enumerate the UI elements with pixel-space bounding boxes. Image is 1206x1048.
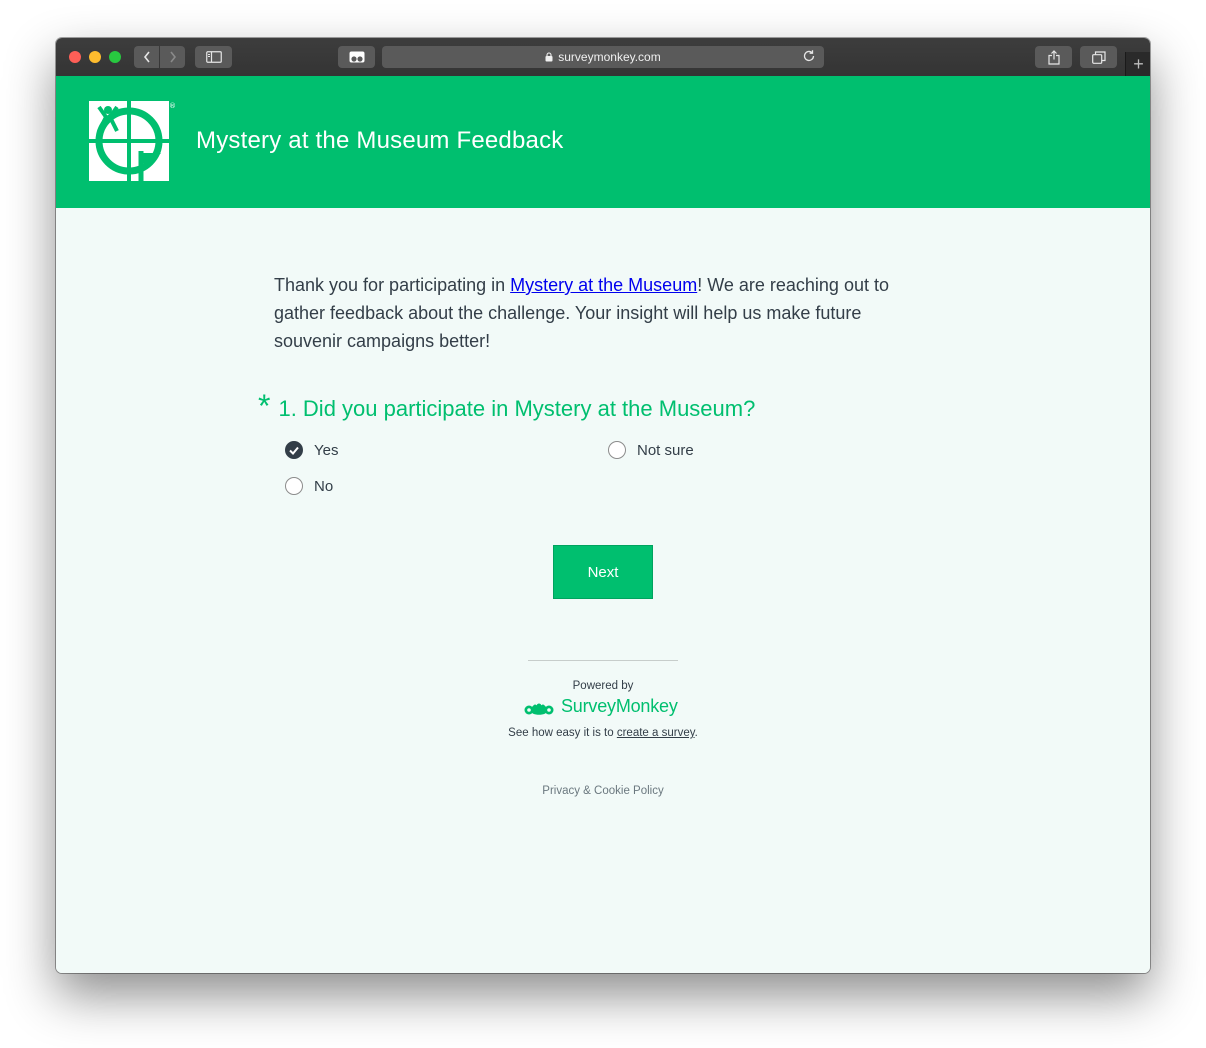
create-survey-link[interactable]: create a survey [617,727,695,739]
next-button[interactable]: Next [553,545,653,599]
share-icon [1047,49,1060,65]
surveymonkey-logo-icon [524,701,554,715]
sidebar-toggle-button[interactable] [195,46,232,68]
intro-text-start: Thank you for participating in [274,275,511,295]
sidebar-icon [205,51,222,63]
required-marker: * [258,388,271,424]
close-window-button[interactable] [69,51,81,63]
radio-no[interactable] [285,477,303,495]
intro-text: Thank you for participating in Mystery a… [274,271,934,355]
svg-text:®: ® [169,102,176,110]
option-yes-label: Yes [314,441,339,459]
maximize-window-button[interactable] [109,51,121,63]
intro-link[interactable]: Mystery at the Museum [510,275,697,295]
show-tabs-button[interactable] [1080,46,1117,68]
radio-not-sure[interactable] [608,441,626,459]
checkmark-icon [289,446,299,455]
footer-divider [528,660,678,661]
browser-window: surveymonkey.com + ® Mystery at the Muse… [56,38,1150,973]
survey-header: ® Mystery at the Museum Feedback [56,76,1150,208]
option-yes[interactable]: Yes [285,441,338,459]
chevron-left-icon [143,51,150,63]
navigation-buttons [134,46,185,68]
surveymonkey-logo[interactable]: SurveyMonkey [523,696,678,717]
share-button[interactable] [1035,46,1072,68]
option-no[interactable]: No [285,477,333,495]
survey-body: Thank you for participating in Mystery a… [56,208,1150,973]
back-button[interactable] [134,46,159,68]
geocaching-logo: ® [89,101,176,181]
new-tab-button[interactable]: + [1125,52,1150,76]
question-title: 1. Did you participate in Mystery at the… [278,396,756,421]
lock-icon [545,52,553,62]
option-no-label: No [314,477,334,495]
survey-title: Mystery at the Museum Feedback [196,127,564,154]
create-prefix: See how easy it is to [508,727,617,739]
reader-icon [349,51,364,63]
privacy-policy-link[interactable]: Privacy & Cookie Policy [56,785,1150,797]
chevron-right-icon [169,51,176,63]
reader-button[interactable] [338,46,375,68]
forward-button[interactable] [160,46,185,68]
tabs-icon [1091,50,1106,64]
create-survey-text: See how easy it is to create a survey. [56,727,1150,739]
create-suffix: . [694,727,698,739]
address-bar[interactable]: surveymonkey.com [382,46,824,68]
reload-icon[interactable] [802,49,816,63]
option-not-sure[interactable]: Not sure [608,441,694,459]
minimize-window-button[interactable] [89,51,101,63]
url-text: surveymonkey.com [558,50,661,64]
powered-by-text: Powered by [572,680,634,692]
option-not-sure-label: Not sure [637,441,694,459]
browser-toolbar: surveymonkey.com + [56,38,1150,77]
question-1: * 1. Did you participate in Mystery at t… [258,388,756,424]
surveymonkey-wordmark: SurveyMonkey [561,696,678,716]
radio-yes[interactable] [285,441,303,459]
